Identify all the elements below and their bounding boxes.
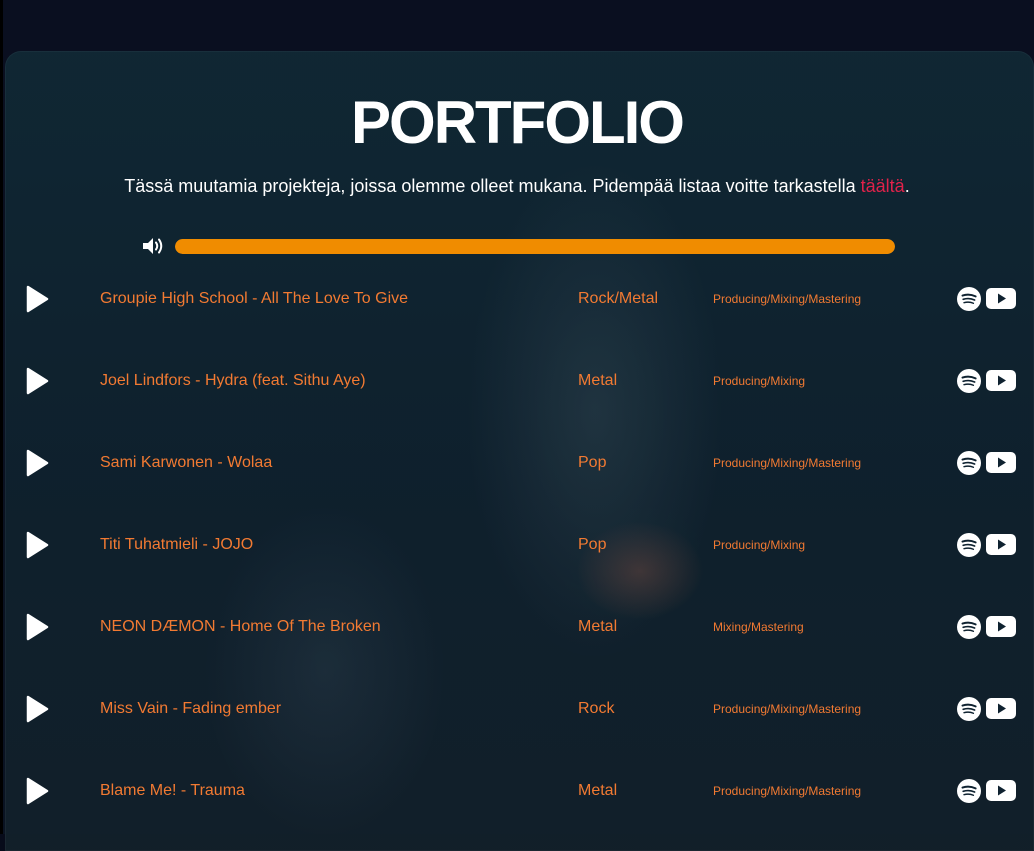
spotify-icon[interactable]	[957, 369, 981, 393]
track-genre: Metal	[578, 372, 618, 389]
track-genre: Rock	[578, 700, 615, 717]
track-work: Producing/Mixing/Mastering	[713, 292, 862, 306]
play-icon[interactable]	[25, 695, 49, 723]
track-row: Joel Lindfors - Hydra (feat. Sithu Aye) …	[0, 361, 1034, 401]
volume-slider[interactable]	[175, 239, 895, 254]
track-title[interactable]: Groupie High School - All The Love To Gi…	[100, 289, 408, 309]
track-genre: Pop	[578, 454, 607, 471]
track-title[interactable]: Sami Karwonen - Wolaa	[100, 453, 272, 473]
volume-icon[interactable]	[142, 236, 166, 256]
track-work: Producing/Mixing	[713, 538, 806, 552]
track-work: Producing/Mixing	[713, 374, 806, 388]
page-subtitle: Tässä muutamia projekteja, joissa olemme…	[0, 174, 1034, 198]
track-title[interactable]: Blame Me! - Trauma	[100, 781, 245, 801]
track-work: Producing/Mixing/Mastering	[713, 702, 862, 716]
track-title[interactable]: Miss Vain - Fading ember	[100, 699, 281, 719]
youtube-icon[interactable]	[986, 780, 1016, 801]
spotify-icon[interactable]	[957, 287, 981, 311]
spotify-icon[interactable]	[957, 697, 981, 721]
track-genre: Rock/Metal	[578, 290, 659, 307]
track-genre: Pop	[578, 536, 607, 553]
track-title[interactable]: Joel Lindfors - Hydra (feat. Sithu Aye)	[100, 371, 366, 391]
track-work: Mixing/Mastering	[713, 620, 804, 634]
track-row: Sami Karwonen - Wolaa Pop Producing/Mixi…	[0, 443, 1034, 483]
track-row: Titi Tuhatmieli - JOJO Pop Producing/Mix…	[0, 525, 1034, 565]
youtube-icon[interactable]	[986, 698, 1016, 719]
page-title: PORTFOLIO	[351, 89, 685, 156]
play-icon[interactable]	[25, 531, 49, 559]
track-genre: Metal	[578, 618, 618, 635]
youtube-icon[interactable]	[986, 288, 1016, 309]
youtube-icon[interactable]	[986, 616, 1016, 637]
track-genre: Metal	[578, 782, 618, 799]
track-title[interactable]: NEON DÆMON - Home Of The Broken	[100, 617, 381, 637]
track-row: Miss Vain - Fading ember Rock Producing/…	[0, 689, 1034, 729]
more-projects-link[interactable]: täältä	[861, 176, 905, 196]
subtitle-text: Tässä muutamia projekteja, joissa olemme…	[124, 176, 861, 196]
youtube-icon[interactable]	[986, 534, 1016, 555]
track-work: Producing/Mixing/Mastering	[713, 456, 862, 470]
youtube-icon[interactable]	[986, 370, 1016, 391]
volume-slider-fill	[175, 239, 895, 254]
track-row: Blame Me! - Trauma Metal Producing/Mixin…	[0, 771, 1034, 811]
spotify-icon[interactable]	[957, 533, 981, 557]
spotify-icon[interactable]	[957, 615, 981, 639]
track-work: Producing/Mixing/Mastering	[713, 784, 862, 798]
play-icon[interactable]	[25, 613, 49, 641]
play-icon[interactable]	[25, 777, 49, 805]
subtitle-period: .	[904, 176, 910, 196]
track-row: NEON DÆMON - Home Of The Broken Metal Mi…	[0, 607, 1034, 647]
track-row: Groupie High School - All The Love To Gi…	[0, 279, 1034, 319]
track-title[interactable]: Titi Tuhatmieli - JOJO	[100, 535, 253, 555]
play-icon[interactable]	[25, 367, 49, 395]
spotify-icon[interactable]	[957, 451, 981, 475]
spotify-icon[interactable]	[957, 779, 981, 803]
play-icon[interactable]	[25, 449, 49, 477]
play-icon[interactable]	[25, 285, 49, 313]
youtube-icon[interactable]	[986, 452, 1016, 473]
